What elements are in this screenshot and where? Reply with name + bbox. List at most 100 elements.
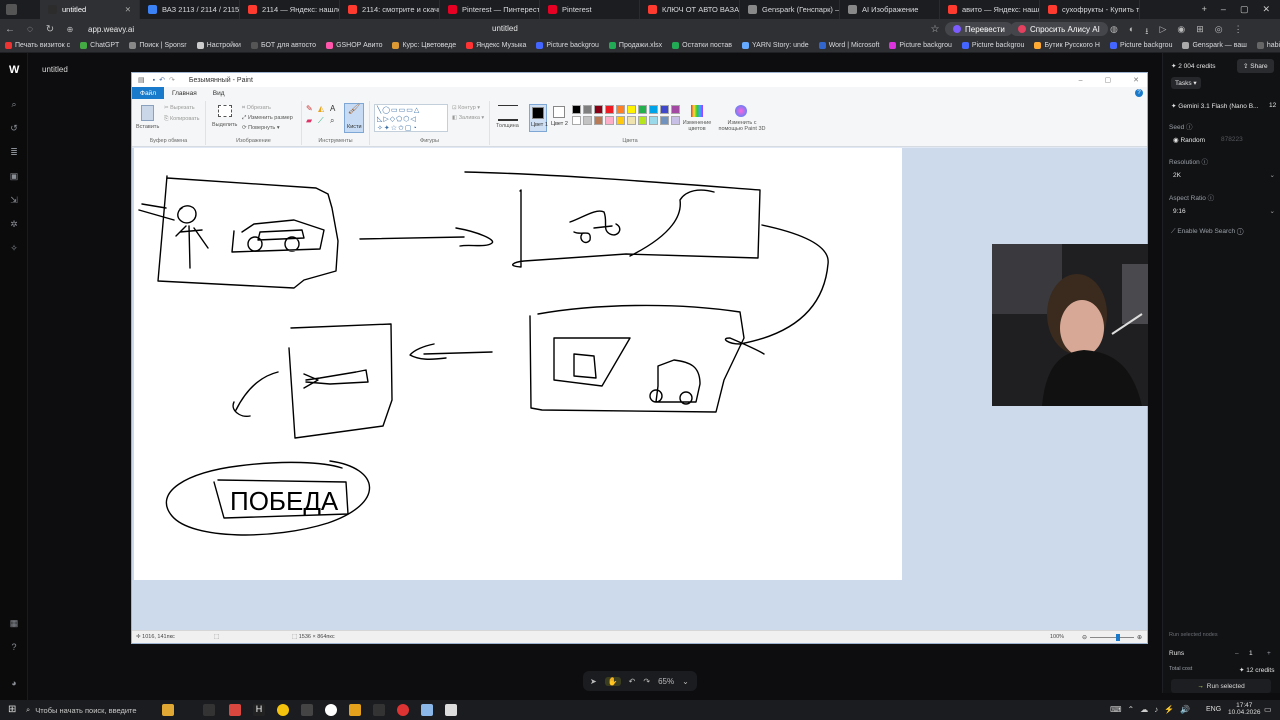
paint3d-button[interactable]: Изменить с помощью Paint 3D — [718, 120, 766, 132]
bookmark-item[interactable]: Picture backgrou — [531, 42, 604, 49]
brushes-button[interactable]: 🖌 Кисти — [344, 103, 364, 133]
rotate-button[interactable]: ⟳ Повернуть ▾ — [242, 125, 280, 131]
palette-swatch[interactable] — [660, 105, 669, 114]
bookmark-item[interactable]: Поиск | Sponsr — [124, 42, 191, 49]
bookmark-item[interactable]: Word | Microsoft — [814, 42, 885, 49]
widget-icon[interactable] — [162, 704, 174, 716]
minimize-icon[interactable]: – — [1221, 4, 1226, 15]
weavy-logo-icon[interactable]: W — [9, 65, 19, 76]
palette-swatch[interactable] — [649, 116, 658, 125]
close-tab-icon[interactable]: ✕ — [125, 5, 131, 14]
bookmark-item[interactable]: Picture backgrou — [1105, 42, 1178, 49]
translate-button[interactable]: Перевести — [945, 22, 1013, 36]
seed-random-option[interactable]: ◉ Random — [1173, 136, 1205, 144]
run-selected-button[interactable]: → Run selected — [1171, 679, 1271, 693]
tab-file[interactable]: Файл — [132, 87, 164, 99]
runs-value[interactable]: 1 — [1249, 650, 1253, 657]
palette-swatch[interactable] — [594, 105, 603, 114]
palette-swatch[interactable] — [572, 105, 581, 114]
chevron-down-icon[interactable]: ⌄ — [682, 677, 689, 686]
browser-tab[interactable]: авито — Яндекс: нашлос — [940, 0, 1040, 19]
color-picker-icon[interactable]: ⟋ — [318, 116, 324, 126]
share-button[interactable]: ⇪ Share — [1237, 59, 1274, 73]
fill-button[interactable]: ◧ Заливка ▾ — [452, 115, 484, 121]
magnifier-icon[interactable]: ⌕ — [330, 116, 334, 126]
settings-icon[interactable]: ✲ — [9, 219, 19, 229]
back-icon[interactable]: ← — [0, 24, 20, 35]
app-icon[interactable] — [301, 704, 313, 716]
help-icon[interactable]: ? — [1135, 89, 1143, 97]
bookmark-item[interactable]: Курс: Цветоведе — [387, 42, 461, 49]
text-icon[interactable]: A — [330, 104, 335, 113]
browser-tab[interactable]: сухофрукты - Купить тов — [1040, 0, 1140, 19]
edit-colors-icon[interactable] — [691, 105, 703, 117]
select-button[interactable]: Выделить — [212, 122, 237, 128]
input-language[interactable]: ENG — [1206, 706, 1221, 713]
task-view-icon[interactable] — [203, 704, 215, 716]
bookmark-item[interactable]: Остатки постав — [667, 42, 737, 49]
tab-view[interactable]: Вид — [205, 87, 233, 99]
browser-tab[interactable]: Pinterest — Пинтерест — [440, 0, 540, 19]
paint-taskbar-icon[interactable] — [421, 704, 433, 716]
redo-icon[interactable]: ↷ — [169, 76, 175, 84]
runs-decrement[interactable]: – — [1235, 650, 1239, 657]
undo-icon[interactable]: ↶ — [629, 677, 636, 686]
magic-icon[interactable]: ✧ — [9, 243, 19, 253]
fill-icon[interactable]: ◭ — [318, 104, 324, 113]
browser-tab[interactable]: Genspark (Генспарк) — и — [740, 0, 840, 19]
menu-icon[interactable]: ⋮ — [1234, 24, 1243, 40]
ask-alice-button[interactable]: Спросить Алису AI — [1010, 22, 1108, 36]
discord-icon[interactable]: ◕ — [9, 678, 19, 688]
notifications-icon[interactable]: ▭ — [1264, 705, 1272, 714]
minimize-icon[interactable]: – — [1079, 77, 1083, 84]
model-selector[interactable]: ✦ Gemini 3.1 Flash (Nano B... — [1171, 102, 1258, 110]
undo-icon[interactable]: ↶ — [159, 76, 165, 84]
maximize-icon[interactable]: ▢ — [1240, 4, 1249, 15]
downloads-icon[interactable]: ⭳ — [1145, 24, 1148, 40]
extension-icon[interactable]: ◉ — [1177, 24, 1185, 40]
copy-button[interactable]: ⎘ Копировать — [164, 116, 200, 123]
zoom-level-selector[interactable]: 65% — [658, 677, 674, 686]
close-window-icon[interactable]: ✕ — [1262, 4, 1270, 15]
bookmark-item[interactable]: Продажи.xlsx — [604, 42, 667, 49]
palette-swatch[interactable] — [605, 116, 614, 125]
palette-swatch[interactable] — [583, 105, 592, 114]
search-icon[interactable]: ⌕ — [9, 99, 19, 109]
runs-increment[interactable]: + — [1267, 650, 1271, 657]
zoom-out-icon[interactable]: ⊖ — [1082, 634, 1087, 641]
bookmark-item[interactable]: Яндекс Музыка — [461, 42, 531, 49]
extension-icon[interactable]: ⊞ — [1196, 24, 1204, 40]
browser-tab[interactable]: AI Изображение — [840, 0, 940, 19]
thickness-icon[interactable] — [498, 105, 518, 121]
browser-tab[interactable]: Pinterest — [540, 0, 640, 19]
reload-icon[interactable]: ↻ — [40, 24, 60, 35]
bookmark-item[interactable]: БОТ для автосто — [246, 42, 321, 49]
tasks-button[interactable]: Tasks ▾ — [1171, 77, 1201, 89]
media-icon[interactable]: ▷ — [1159, 24, 1166, 40]
tab-manager-icon[interactable] — [6, 4, 17, 15]
zoom-in-icon[interactable]: ⊕ — [1137, 634, 1142, 641]
tray-icons[interactable]: ⌨⌃☁♪⚡🔊 — [1110, 705, 1196, 714]
browser-tab[interactable]: 2114 — Яндекс: нашлось — [240, 0, 340, 19]
history-icon[interactable]: ↺ — [9, 123, 19, 133]
browser-tab[interactable]: ВАЗ 2113 / 2114 / 2115 — [140, 0, 240, 19]
quick-save-icon[interactable]: ▪ — [153, 77, 155, 84]
edit-colors-button[interactable]: Изменение цветов — [680, 120, 714, 132]
import-icon[interactable]: ⇲ — [9, 195, 19, 205]
web-search-toggle[interactable]: ⟋ Enable Web Search ⓘ — [1171, 228, 1244, 236]
site-info-icon[interactable]: ⊕ — [60, 25, 80, 34]
bookmark-item[interactable]: Настройки — [192, 42, 246, 49]
outline-button[interactable]: ⊡ Контур ▾ — [452, 105, 480, 111]
aspect-ratio-select[interactable]: 9:16 ⌄ — [1169, 205, 1275, 217]
palette-swatch[interactable] — [616, 105, 625, 114]
hand-icon[interactable]: ✋ — [604, 676, 621, 686]
palette-swatch[interactable] — [638, 116, 647, 125]
palette-swatch[interactable] — [638, 105, 647, 114]
layers-icon[interactable]: ≣ — [9, 147, 19, 157]
app-icon[interactable] — [277, 704, 289, 716]
palette-swatch[interactable] — [627, 105, 636, 114]
app-icon[interactable] — [229, 704, 241, 716]
app-icon[interactable] — [397, 704, 409, 716]
paste-button[interactable]: Вставить — [136, 124, 159, 130]
bookmark-item[interactable]: ChatGPT — [75, 42, 124, 49]
